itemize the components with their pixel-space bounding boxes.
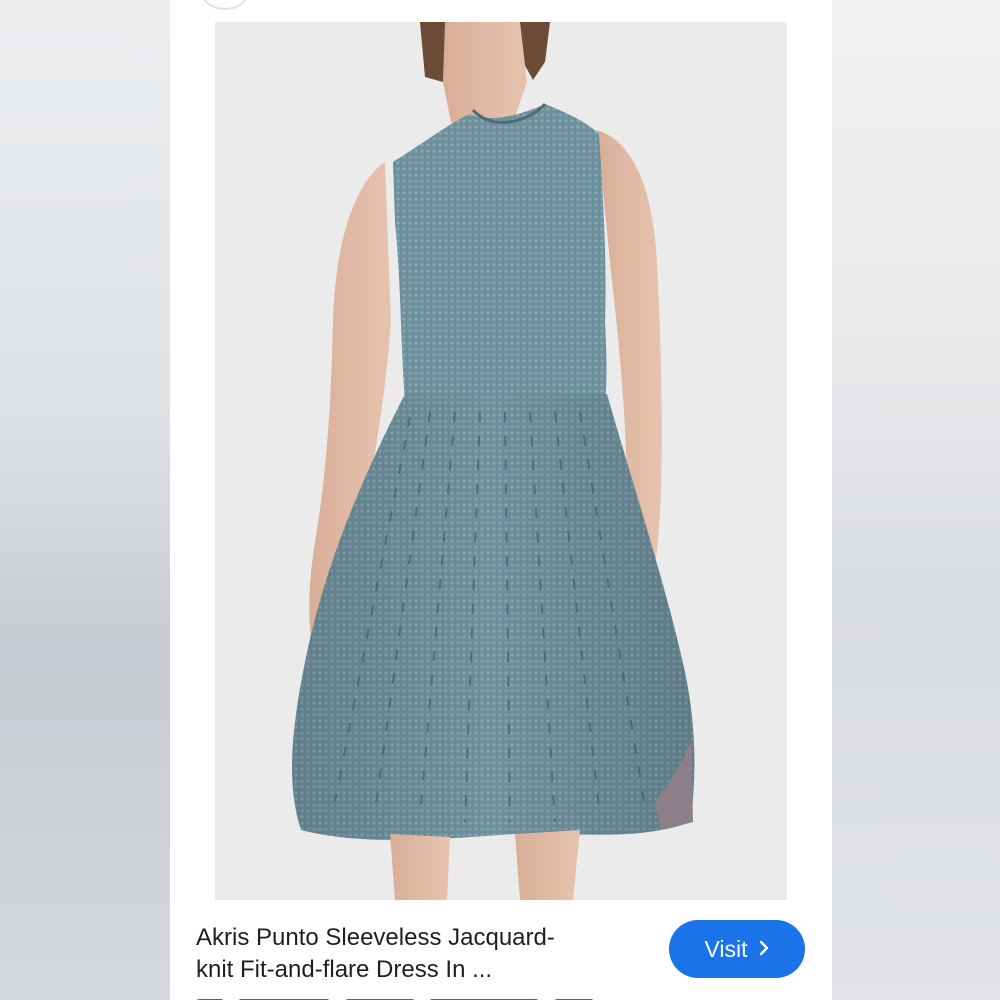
blurred-background-right xyxy=(830,0,1000,1000)
result-title-line-1: Akris Punto Sleeveless Jacquard- xyxy=(196,924,555,951)
chevron-right-icon xyxy=(758,938,770,960)
result-title[interactable]: Akris Punto Sleeveless Jacquard- knit Fi… xyxy=(196,922,656,986)
dress-photo-illustration xyxy=(215,22,787,900)
result-title-line-2: knit Fit-and-flare Dress In ... xyxy=(196,956,493,983)
blurred-background-left xyxy=(0,0,170,1000)
product-image[interactable] xyxy=(215,22,787,900)
result-source-line xyxy=(196,992,616,1000)
visit-button-label: Visit xyxy=(704,935,748,962)
visit-button[interactable]: Visit xyxy=(669,920,805,978)
